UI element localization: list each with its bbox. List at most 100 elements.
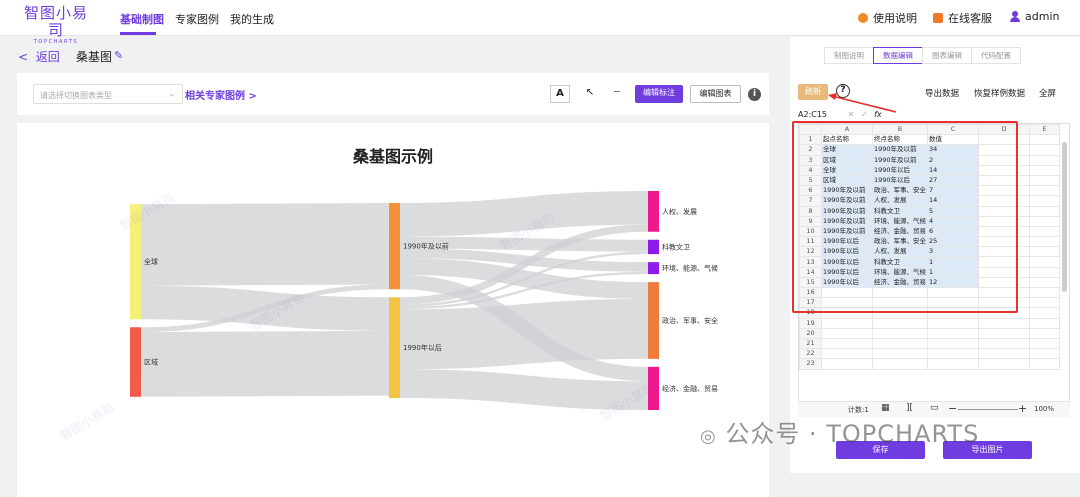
zoom-in-icon[interactable]: + [1018,402,1027,415]
sheet-cell[interactable] [821,337,873,350]
sheet-cell[interactable] [872,358,928,370]
sankey-node [648,239,659,255]
sheet-cell[interactable] [1029,185,1060,197]
sheet-cell[interactable] [821,358,873,370]
line-tool-icon[interactable]: ┄ [607,85,627,103]
sheet-cell[interactable] [1029,205,1060,217]
sheet-cell[interactable] [978,327,1030,339]
sheet-cell[interactable] [821,348,873,360]
row-header[interactable]: 20 [799,327,822,339]
print-view-icon[interactable]: ▭ [930,403,939,413]
sheet-cell[interactable] [978,337,1030,350]
tab-instructions[interactable]: 制图说明 [824,47,874,64]
sheet-cell[interactable] [1029,195,1060,207]
sheet-cell[interactable] [978,317,1030,329]
sheet-cell[interactable] [872,317,928,329]
back-label: 返回 [35,50,60,64]
sheet-cell[interactable] [978,348,1030,360]
sheet-row: 22 [799,348,1060,360]
sheet-cell[interactable] [1029,307,1060,319]
sheet-cell[interactable] [1029,297,1060,309]
sheet-cell[interactable] [927,348,979,360]
zoom-slider[interactable] [958,409,1018,410]
cell-reference[interactable]: A2:C15 [798,110,827,119]
sheet-cell[interactable] [1029,225,1060,238]
vertical-scrollbar[interactable] [1062,142,1067,292]
sheet-cell[interactable] [1029,174,1060,187]
edit-chart-button[interactable]: 编辑图表 [690,85,741,103]
tab-code-config[interactable]: 代码配置 [971,47,1021,64]
page-view-icon[interactable]: ][ [906,403,913,413]
related-examples-link[interactable]: 相关专家图例 > [185,87,257,102]
sankey-link [140,202,390,286]
sheet-cell[interactable] [927,327,979,339]
row-header[interactable]: 22 [799,348,822,360]
sheet-cell[interactable] [1029,327,1060,339]
sankey-node-label: 人权、发展 [662,207,697,216]
sheet-row: 19 [799,317,1060,329]
info-icon[interactable]: i [748,88,761,101]
sheet-cell[interactable] [1029,164,1060,176]
sankey-node-label: 1990年及以前 [403,242,449,251]
chart-type-select[interactable]: 请选择切换图表类型 ⌄ [33,84,183,104]
restore-sample-link[interactable]: 恢复样例数据 [974,87,1025,99]
sheet-cell[interactable] [821,327,873,339]
sankey-node [130,327,141,397]
nav-expert-examples[interactable]: 专家图例 [175,11,219,27]
edit-annotation-button[interactable]: 编辑标注 [635,85,683,103]
cancel-icon[interactable]: ✕ [848,110,855,119]
sheet-cell[interactable] [1029,154,1060,166]
nav-my-generations[interactable]: 我的生成 [230,11,274,27]
tab-chart-edit[interactable]: 图表编辑 [922,47,972,64]
help-label: 使用说明 [873,12,917,25]
nav-basic-charts[interactable]: 基础制图 [120,11,164,27]
row-header[interactable]: 19 [799,317,822,329]
fullscreen-link[interactable]: 全屏 [1039,87,1056,99]
tab-data-edit[interactable]: 数据编辑 [873,47,923,64]
sankey-node-label: 1990年以后 [403,343,442,352]
row-header[interactable]: 21 [799,337,822,350]
sheet-cell[interactable] [1029,246,1060,258]
back-button[interactable]: < 返回 [18,48,60,65]
text-tool-icon[interactable]: A [550,85,570,103]
sheet-cell[interactable] [872,337,928,350]
sheet-cell[interactable] [1029,286,1060,299]
user-menu[interactable]: admin [1010,10,1059,23]
sheet-cell[interactable] [1029,215,1060,227]
chart-canvas: 桑基图示例 全球 区域 1990年及以前 1990年以后 人权、发展 科教文卫 环境、能源、… [17,123,769,497]
online-service-link[interactable]: 在线客服 [933,10,992,26]
sheet-cell[interactable] [1029,348,1060,360]
sheet-cell[interactable] [927,337,979,350]
sheet-cell[interactable] [1029,317,1060,329]
sheet-cell[interactable] [872,327,928,339]
sheet-cell[interactable] [1029,358,1060,370]
service-label: 在线客服 [948,12,992,25]
column-header[interactable]: E [1029,124,1060,136]
sheet-cell[interactable] [1029,134,1060,146]
sankey-node [648,262,659,275]
logo-text: 智图小易司 [24,4,89,39]
edit-name-icon[interactable]: ✎ [114,49,123,62]
sheet-cell[interactable] [927,317,979,329]
export-data-link[interactable]: 导出数据 [925,87,959,99]
arrow-tool-icon[interactable]: ↖ [580,85,600,103]
sheet-cell[interactable] [927,358,979,370]
grid-view-icon[interactable]: ▦ [881,403,890,413]
sheet-cell[interactable] [1029,256,1060,268]
row-header[interactable]: 23 [799,358,822,370]
sheet-cell[interactable] [1029,337,1060,350]
sheet-cell[interactable] [978,358,1030,370]
sheet-cell[interactable] [1029,144,1060,156]
zoom-level: 100% [1034,405,1055,413]
sheet-cell[interactable] [1029,236,1060,248]
chevron-down-icon: ⌄ [168,89,175,98]
confirm-icon[interactable]: ✓ [861,110,868,119]
sankey-link [140,330,390,397]
sheet-cell[interactable] [872,348,928,360]
sankey-node-label: 政治、军事、安全 [662,316,718,325]
help-link[interactable]: 使用说明 [858,10,917,26]
highlight-box [792,121,1018,313]
sheet-cell[interactable] [821,317,873,329]
sheet-cell[interactable] [1029,266,1060,278]
sheet-cell[interactable] [1029,276,1060,289]
